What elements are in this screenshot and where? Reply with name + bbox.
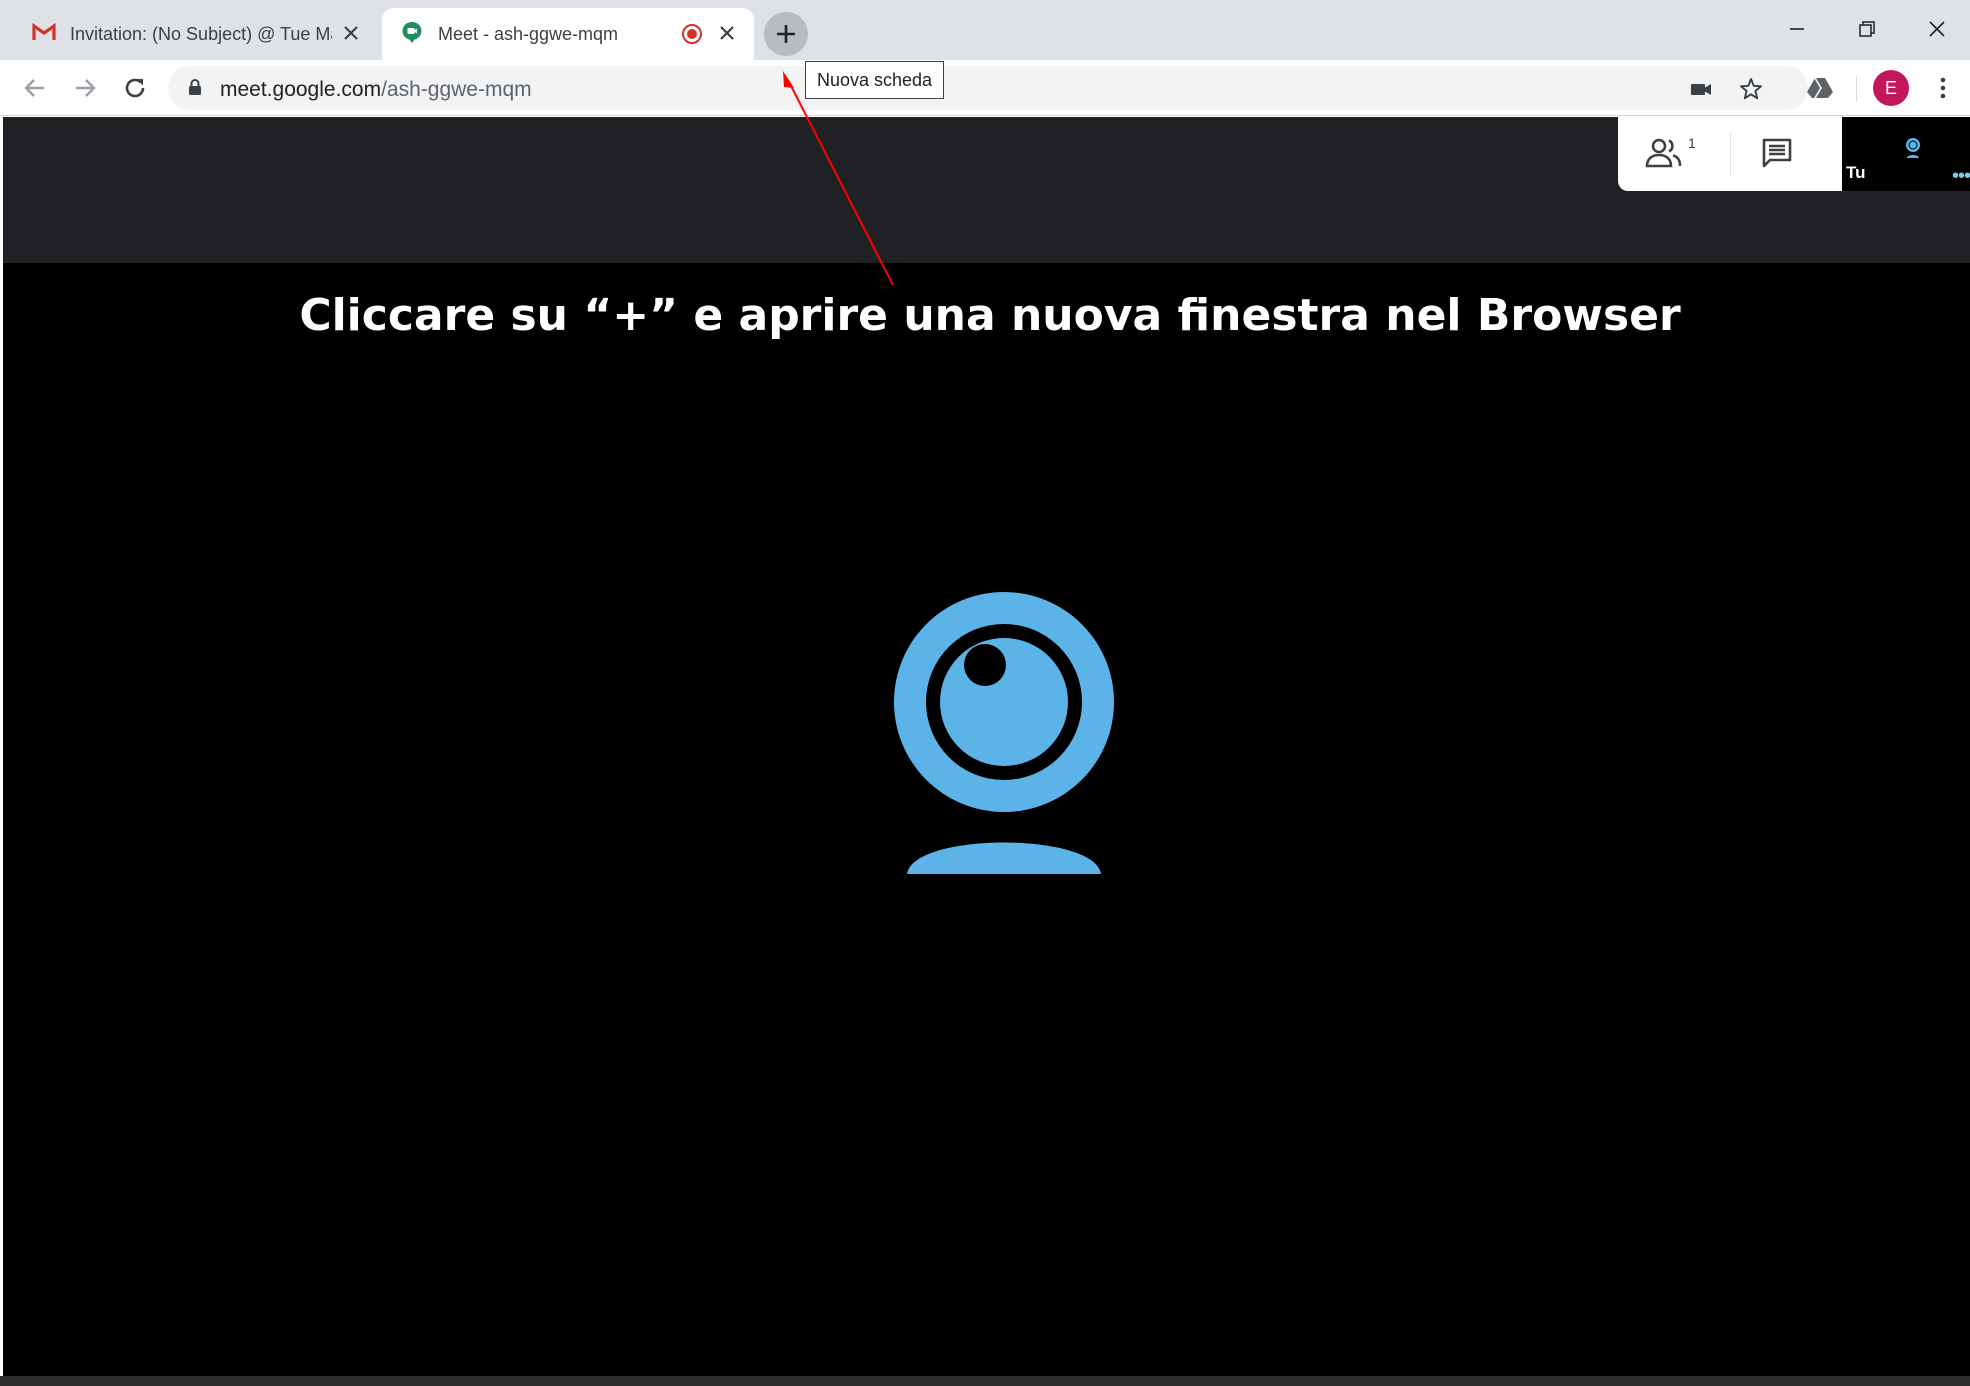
meet-bottom-bar <box>0 1376 1970 1386</box>
annotation-arrow <box>783 71 894 286</box>
